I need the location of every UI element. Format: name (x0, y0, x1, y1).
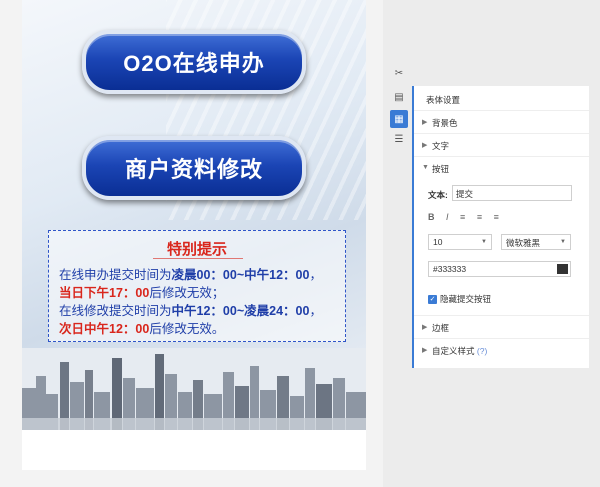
form-icon[interactable]: ▦ (390, 110, 408, 128)
notice-line-4: 次日中午12：00后修改无效。 (59, 318, 224, 337)
chevron-right-icon: ▶ (422, 324, 428, 331)
section-text[interactable]: ▶ 文字 (414, 133, 589, 156)
special-notice-box: 特别提示 在线申办提交时间为凌晨00：00~中午12：00， 当日下午17：00… (48, 230, 346, 342)
page-preview: O2O在线申办 商户资料修改 特别提示 在线申办提交时间为凌晨00：00~中午1… (22, 0, 366, 430)
side-toolbar: ✂ ▤ ▦ ☰ (390, 64, 408, 146)
section-label: 背景色 (432, 118, 458, 128)
notice-line-3: 在线修改提交时间为中午12：00~凌晨24：00， (59, 300, 322, 319)
chevron-right-icon: ▶ (422, 347, 428, 354)
chevron-down-icon: ▼ (481, 239, 487, 245)
section-custom-style[interactable]: ▶ 自定义样式 (?) (414, 338, 589, 361)
hide-submit-row: ✓ 隐藏提交按钮 (428, 293, 491, 305)
font-size-value: 10 (433, 237, 443, 247)
notice-text: 在线申办提交时间为 (59, 268, 172, 282)
section-label: 文字 (432, 141, 450, 151)
bold-icon[interactable]: B (428, 212, 435, 222)
help-link[interactable]: (?) (477, 346, 487, 356)
notice-text: ， (309, 268, 322, 282)
city-skyline-image (22, 348, 366, 430)
button-text-input[interactable]: 提交 (452, 185, 572, 201)
font-size-select[interactable]: 10 ▼ (428, 234, 492, 250)
custom-style-label: 自定义样式 (432, 346, 475, 356)
panel-title: 表体设置 (426, 95, 461, 105)
notice-text: ， (309, 304, 322, 318)
notice-title: 特别提示 (166, 241, 227, 258)
notice-line-1: 在线申办提交时间为凌晨00：00~中午12：00， (59, 264, 322, 283)
notice-title-underline (153, 258, 243, 259)
notice-time-range: 凌晨00：00~中午12：00 (171, 268, 310, 282)
notice-text: 后修改无效。 (149, 322, 225, 336)
chevron-right-icon: ▶ (422, 119, 428, 126)
chevron-right-icon: ▶ (422, 142, 428, 149)
notice-line-2: 当日下午17：00后修改无效； (59, 282, 224, 301)
page-icon[interactable]: ▤ (390, 88, 408, 106)
page-bottom-area (22, 430, 366, 470)
hide-submit-checkbox[interactable]: ✓ (428, 295, 437, 305)
notice-text: 后修改无效； (149, 286, 225, 300)
italic-icon[interactable]: I (446, 212, 449, 222)
font-family-select[interactable]: 微软雅黑 ▼ (501, 234, 571, 250)
o2o-apply-button[interactable]: O2O在线申办 (82, 30, 306, 94)
font-family-value: 微软雅黑 (506, 238, 541, 248)
notice-deadline: 当日下午17：00 (59, 286, 150, 300)
section-label: 边框 (432, 323, 450, 333)
merchant-info-modify-button[interactable]: 商户资料修改 (82, 136, 306, 200)
section-border[interactable]: ▶ 边框 (414, 315, 589, 338)
section-label: 自定义样式 (?) (432, 345, 487, 357)
align-left-icon[interactable]: ≡ (460, 212, 465, 222)
section-button[interactable]: ▼ 按钮 (414, 156, 589, 179)
layers-icon[interactable]: ☰ (390, 130, 408, 148)
hide-submit-label: 隐藏提交按钮 (440, 294, 492, 304)
chevron-down-icon: ▼ (422, 164, 429, 171)
tools-icon[interactable]: ✂ (390, 64, 408, 82)
button-text-label: 文本: (428, 190, 448, 200)
section-background-color[interactable]: ▶ 背景色 (414, 110, 589, 133)
format-toolbar: B I ≡ ≡ ≡ (428, 212, 508, 224)
color-value: #333333 (433, 264, 467, 274)
color-swatch[interactable] (557, 264, 568, 274)
button-color-input[interactable]: #333333 (428, 261, 571, 277)
chevron-down-icon: ▼ (560, 239, 566, 245)
notice-text: 在线修改提交时间为 (59, 304, 172, 318)
notice-deadline: 次日中午12：00 (59, 322, 150, 336)
section-label: 按钮 (432, 164, 450, 174)
notice-time-range: 中午12：00~凌晨24：00 (171, 304, 310, 318)
form-settings-panel: 表体设置 ▶ 背景色 ▶ 文字 ▼ 按钮 文本: 提交 B I ≡ ≡ ≡ 10… (412, 86, 589, 368)
align-center-icon[interactable]: ≡ (477, 212, 482, 222)
align-right-icon[interactable]: ≡ (494, 212, 499, 222)
